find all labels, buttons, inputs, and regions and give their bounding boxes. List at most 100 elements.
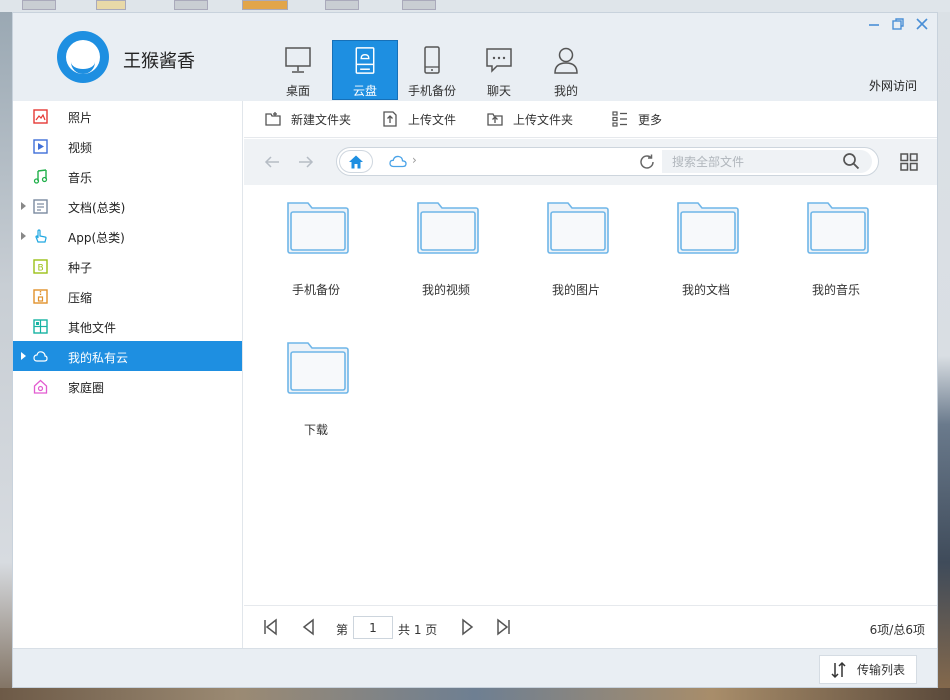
refresh-icon[interactable]	[638, 153, 656, 171]
folder-item[interactable]: 我的视频	[396, 185, 496, 305]
torrent-icon: B	[33, 259, 48, 274]
home-circle-icon	[33, 379, 48, 394]
nav-phone-backup[interactable]: 手机备份	[399, 40, 465, 100]
sidebar-item-torrents[interactable]: B 种子	[13, 251, 242, 281]
item-count: 6项/总6项	[869, 623, 925, 637]
grid-view-icon[interactable]	[899, 152, 919, 172]
sidebar-item-photos[interactable]: 照片	[13, 101, 242, 131]
sidebar-item-music[interactable]: 音乐	[13, 161, 242, 191]
sidebar-item-label: 压缩	[68, 291, 93, 305]
window-controls	[865, 15, 931, 33]
page-number-input[interactable]	[353, 616, 393, 639]
sidebar-item-videos[interactable]: 视频	[13, 131, 242, 161]
expand-arrow-icon[interactable]	[21, 232, 26, 240]
folder-item[interactable]: 我的图片	[526, 185, 626, 305]
more-button[interactable]: 更多	[611, 110, 662, 128]
path-breadcrumb: ›	[336, 147, 879, 176]
header: 王猴酱香 桌面 云盘 手机备份 聊天 我的 外网访问	[13, 13, 937, 101]
photo-icon	[33, 109, 48, 124]
nav-chat[interactable]: 聊天	[466, 40, 532, 100]
desktop-background-top	[0, 0, 950, 12]
cloud-crumb-icon[interactable]	[389, 154, 407, 168]
external-access-link[interactable]: 外网访问	[869, 77, 917, 94]
sidebar-item-documents[interactable]: 文档(总类)	[13, 191, 242, 221]
new-folder-label: 新建文件夹	[291, 112, 352, 127]
folder-icon	[287, 202, 349, 254]
sidebar-item-label: 照片	[68, 111, 93, 125]
desktop-background-left	[0, 12, 12, 700]
sidebar-item-archives[interactable]: 压缩	[13, 281, 242, 311]
nav-label: 云盘	[352, 84, 377, 98]
desktop-icon	[22, 0, 56, 10]
desktop-icon	[402, 0, 436, 10]
minimize-icon	[869, 24, 879, 26]
prev-page-icon[interactable]	[300, 618, 318, 636]
first-page-icon[interactable]	[262, 618, 280, 636]
folder-name: 我的图片	[551, 283, 600, 297]
video-icon	[33, 139, 48, 154]
home-button[interactable]	[339, 150, 373, 173]
archive-icon	[33, 289, 48, 304]
transfer-list-button[interactable]: 传输列表	[819, 655, 917, 684]
sidebar-item-label: App(总类)	[68, 231, 125, 245]
status-bar: 传输列表	[13, 648, 937, 687]
folder-item[interactable]: 手机备份	[266, 185, 366, 305]
back-arrow-icon[interactable]	[262, 152, 282, 172]
new-folder-icon	[265, 112, 281, 126]
sidebar-item-private-cloud[interactable]: 我的私有云	[13, 341, 242, 371]
pagination: 第 共 1 页 6项/总6项	[244, 605, 937, 648]
folder-name: 我的文档	[681, 283, 730, 297]
folder-name: 手机备份	[291, 283, 340, 297]
new-folder-button[interactable]: 新建文件夹	[264, 110, 351, 128]
music-icon	[33, 169, 48, 184]
expand-arrow-icon[interactable]	[21, 352, 26, 360]
transfer-icon	[831, 661, 846, 678]
folder-icon	[677, 202, 739, 254]
sidebar-item-label: 我的私有云	[68, 351, 129, 365]
next-page-icon[interactable]	[458, 618, 476, 636]
folder-item[interactable]: 下载	[266, 325, 366, 445]
folder-item[interactable]: 我的文档	[656, 185, 756, 305]
sidebar-item-apps[interactable]: App(总类)	[13, 221, 242, 251]
last-page-icon[interactable]	[494, 618, 512, 636]
desktop-icon	[174, 0, 208, 10]
forward-arrow-icon[interactable]	[296, 152, 316, 172]
close-button[interactable]	[913, 15, 931, 33]
folder-icon	[807, 202, 869, 254]
sidebar-item-other-files[interactable]: 其他文件	[13, 311, 242, 341]
desktop-icon	[96, 0, 126, 10]
upload-file-label: 上传文件	[408, 112, 457, 127]
nav-mine[interactable]: 我的	[533, 40, 599, 100]
sidebar: 照片 视频 音乐 文档(总类) App(总类) B 种子 压缩 其他文件 我的私…	[13, 101, 243, 648]
upload-folder-icon	[487, 113, 503, 126]
nav-label: 聊天	[486, 84, 511, 98]
breadcrumb-separator: ›	[412, 153, 417, 167]
more-list-icon	[612, 111, 628, 127]
restore-icon	[892, 18, 904, 30]
minimize-button[interactable]	[865, 15, 883, 33]
nav-desktop[interactable]: 桌面	[265, 40, 331, 100]
sidebar-item-label: 视频	[68, 141, 93, 155]
sidebar-item-label: 家庭圈	[68, 381, 105, 395]
toolbar: 新建文件夹 上传文件 上传文件夹 更多	[244, 101, 937, 138]
app-name: 王猴酱香	[123, 51, 195, 72]
desktop-icon	[325, 0, 359, 10]
folder-icon	[287, 342, 349, 394]
upload-file-button[interactable]: 上传文件	[381, 110, 456, 128]
page-total: 共 1 页	[398, 623, 438, 637]
search-input[interactable]	[662, 150, 872, 173]
main-nav: 桌面 云盘 手机备份 聊天 我的	[265, 40, 600, 100]
desktop-background-bottom	[0, 688, 950, 700]
expand-arrow-icon[interactable]	[21, 202, 26, 210]
sidebar-item-family-circle[interactable]: 家庭圈	[13, 371, 242, 401]
upload-folder-button[interactable]: 上传文件夹	[486, 110, 573, 128]
sidebar-item-label: 其他文件	[68, 321, 117, 335]
search-icon[interactable]	[842, 152, 860, 170]
upload-file-icon	[383, 111, 397, 127]
restore-button[interactable]	[889, 15, 907, 33]
monitor-icon	[285, 47, 311, 73]
sidebar-item-label: 种子	[68, 261, 93, 275]
nav-cloud-drive[interactable]: 云盘	[332, 40, 398, 100]
phone-icon	[424, 46, 440, 74]
folder-item[interactable]: 我的音乐	[786, 185, 886, 305]
